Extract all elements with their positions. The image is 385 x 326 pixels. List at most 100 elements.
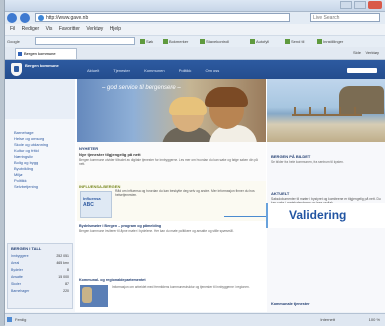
url-input[interactable]: http://www.gave.nb bbox=[35, 13, 290, 22]
main-content: NYHETER Nye tjenester tilgjengelig på ne… bbox=[77, 142, 266, 312]
google-label: Google bbox=[7, 39, 20, 44]
network-status: Internett bbox=[320, 317, 335, 322]
about-row: Bydeler 8 bbox=[11, 268, 69, 272]
address-bar: http://www.gave.nb Live Search bbox=[5, 12, 385, 24]
sidebar-heading-area bbox=[5, 79, 75, 119]
menu-edit[interactable]: Rediger bbox=[22, 25, 40, 34]
influensa-image-text-1: Influensa bbox=[83, 196, 101, 201]
menu-tools[interactable]: Verktøy bbox=[86, 25, 103, 34]
right-text-1: Se bilder fra hele kommunen, fra sentrum… bbox=[271, 160, 344, 164]
department-section: Kommunal- og regionaldepartementet Infor… bbox=[77, 277, 266, 312]
influensa-section: INFLUENSA-BERGEN Influensa ABC Råd om in… bbox=[77, 181, 266, 221]
maximize-button[interactable] bbox=[354, 1, 366, 9]
influensa-text: Råd om influensa og hvordan du kan besky… bbox=[115, 189, 255, 197]
site-header: Bergen kommune Aktuelt Tjenester Kommune… bbox=[5, 60, 385, 79]
toolbar-spellcheck[interactable]: Stavekontroll bbox=[200, 38, 229, 45]
fence-post bbox=[309, 107, 311, 116]
menu-help[interactable]: Hjelp bbox=[110, 25, 121, 34]
about-title: BERGEN I TALL bbox=[11, 246, 42, 251]
minimize-button[interactable] bbox=[340, 1, 352, 9]
spellcheck-icon bbox=[200, 39, 205, 45]
right-title-3[interactable]: Kommunale tjenester bbox=[271, 302, 310, 306]
status-text: Ferdig bbox=[15, 317, 27, 322]
toolbar-search[interactable]: Søk bbox=[140, 38, 153, 45]
star-icon bbox=[163, 39, 168, 45]
about-bergen-box: BERGEN I TALL Innbyggere 252 051 Areal 465… bbox=[7, 243, 73, 309]
meetings-title[interactable]: Bydelsmøter i Bergen – program og påmeld… bbox=[79, 224, 161, 228]
meetings-body: Bergen kommune inviterer til åpne møter … bbox=[79, 229, 234, 233]
tab-actions: Side Verktøy bbox=[353, 49, 379, 57]
toolbar-settings[interactable]: Innstillinger bbox=[317, 38, 343, 45]
nav-item-om-oss[interactable]: Om oss bbox=[205, 68, 219, 73]
tools-menu[interactable]: Verktøy bbox=[365, 50, 379, 55]
meetings-section: Bydelsmøter i Bergen – program og påmeld… bbox=[77, 223, 266, 263]
about-row: Barnehager 220 bbox=[11, 289, 69, 293]
hero-tagline: – god service til bergensere – bbox=[102, 85, 181, 91]
browser-window: http://www.gave.nb Live Search Fil Redig… bbox=[4, 0, 385, 326]
about-row: Innbyggere 252 051 bbox=[11, 254, 69, 258]
favicon-icon bbox=[18, 52, 22, 56]
fence-post bbox=[294, 107, 296, 116]
influensa-image[interactable]: Influensa ABC bbox=[80, 191, 112, 218]
tab-bar: Bergen kommune Side Verktøy bbox=[5, 47, 385, 60]
google-search-box[interactable] bbox=[35, 37, 135, 45]
toolbar-send[interactable]: Send til bbox=[285, 38, 304, 45]
hero-banner: – god service til bergensere – bbox=[77, 79, 266, 142]
wrench-icon bbox=[317, 39, 322, 45]
hero-person-2-hair bbox=[205, 87, 248, 107]
nav-item-kommunen[interactable]: Kommunen bbox=[144, 68, 164, 73]
department-title[interactable]: Kommunal- og regionaldepartementet bbox=[79, 278, 146, 282]
tab-bergen-kommune[interactable]: Bergen kommune bbox=[15, 48, 77, 59]
bergen-logo-icon[interactable] bbox=[11, 63, 22, 76]
sidebar-links: Barnehage Helse og omsorg Skole og utdan… bbox=[14, 130, 48, 190]
nav-item-aktuelt[interactable]: Aktuelt bbox=[87, 68, 99, 73]
search-input[interactable]: Live Search bbox=[310, 13, 380, 22]
right-title-1[interactable]: BERGEN PÅ BILDET bbox=[271, 154, 310, 159]
back-button[interactable] bbox=[7, 13, 17, 23]
validation-callout: Validering bbox=[266, 203, 385, 228]
about-row: Areal 465 km² bbox=[11, 261, 69, 265]
news-body: Bergen kommune utvider tilbudet av digit… bbox=[79, 158, 258, 166]
browser-icon bbox=[38, 15, 44, 21]
hero-person-1-hair bbox=[169, 97, 207, 115]
google-toolbar: Google Søk Bokmerker Stavekontroll Autof… bbox=[5, 35, 385, 47]
nav-item-politikk[interactable]: Politikk bbox=[179, 68, 192, 73]
sidebar-link[interactable]: Selvbetjening bbox=[14, 184, 48, 190]
status-bar: Ferdig Internett 100 % bbox=[5, 313, 385, 326]
left-sidebar: Barnehage Helse og omsorg Skole og utdan… bbox=[5, 79, 75, 312]
page-menu[interactable]: Side bbox=[353, 50, 361, 55]
top-navigation: Aktuelt Tjenester Kommunen Politikk Om o… bbox=[87, 68, 232, 73]
menu-view[interactable]: Vis bbox=[46, 25, 53, 34]
close-button[interactable] bbox=[368, 1, 382, 9]
toolbar-autofill[interactable]: Autofyll bbox=[250, 38, 269, 45]
beach-image[interactable] bbox=[267, 79, 385, 142]
title-bar bbox=[5, 0, 385, 12]
news-section-title: NYHETER bbox=[79, 146, 99, 151]
autofill-icon bbox=[250, 39, 255, 45]
rock-shape bbox=[339, 86, 384, 114]
fence-post bbox=[339, 107, 341, 116]
site-search-input[interactable] bbox=[347, 68, 377, 73]
site-name: Bergen kommune bbox=[25, 63, 59, 68]
forward-button[interactable] bbox=[20, 13, 30, 23]
status-icon bbox=[7, 317, 12, 322]
toolbar-bookmarks[interactable]: Bokmerker bbox=[163, 38, 188, 45]
fence-rail bbox=[292, 114, 362, 116]
right-title-2[interactable]: AKTUELT bbox=[271, 191, 289, 196]
right-column: BERGEN PÅ BILDET Se bilder fra hele komm… bbox=[267, 79, 385, 312]
menu-file[interactable]: Fil bbox=[10, 25, 15, 34]
department-thumbnail-person bbox=[82, 287, 92, 303]
menu-bar: Fil Rediger Vis Favoritter Verktøy Hjelp bbox=[5, 25, 385, 34]
url-text: http://www.gave.nb bbox=[46, 15, 89, 21]
nav-item-tjenester[interactable]: Tjenester bbox=[113, 68, 130, 73]
zoom-level[interactable]: 100 % bbox=[369, 314, 380, 326]
fence-post bbox=[324, 107, 326, 116]
news-headline[interactable]: Nye tjenester tilgjengelig på nett bbox=[79, 152, 141, 157]
about-row: Skoler 87 bbox=[11, 282, 69, 286]
search-icon bbox=[140, 39, 145, 45]
about-row: Ansatte 15 000 bbox=[11, 275, 69, 279]
department-body: Informasjon om arbeidet med fremtidens k… bbox=[112, 285, 250, 289]
tab-label: Bergen kommune bbox=[24, 51, 56, 56]
page-content: Bergen kommune Aktuelt Tjenester Kommune… bbox=[5, 60, 385, 312]
menu-favorites[interactable]: Favoritter bbox=[59, 25, 80, 34]
